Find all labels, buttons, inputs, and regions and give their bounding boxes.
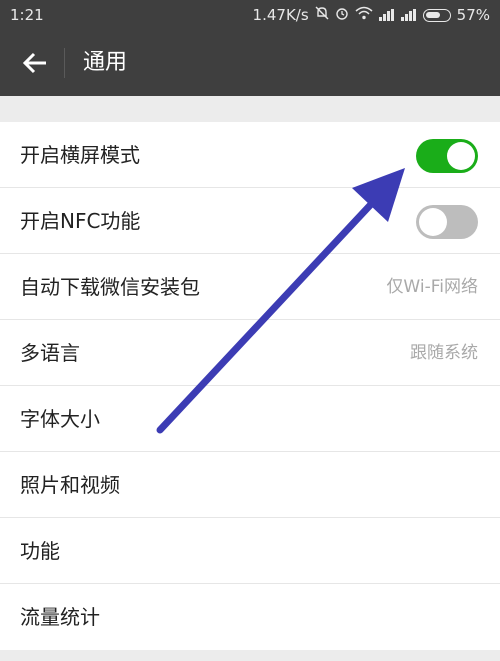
signal-icon bbox=[378, 9, 395, 21]
settings-list: 开启横屏模式 开启NFC功能 自动下载微信安装包 仅Wi-Fi网络 多语言 跟随… bbox=[0, 122, 500, 650]
page-title: 通用 bbox=[83, 50, 128, 75]
battery-percent: 57% bbox=[456, 6, 490, 24]
header-divider bbox=[64, 48, 65, 78]
setting-label: 功能 bbox=[20, 539, 60, 563]
section-gap bbox=[0, 96, 500, 122]
setting-row-auto-download[interactable]: 自动下载微信安装包 仅Wi-Fi网络 bbox=[0, 254, 500, 320]
setting-row-nfc[interactable]: 开启NFC功能 bbox=[0, 188, 500, 254]
setting-row-language[interactable]: 多语言 跟随系统 bbox=[0, 320, 500, 386]
setting-row-data-usage[interactable]: 流量统计 bbox=[0, 584, 500, 650]
setting-label: 多语言 bbox=[20, 341, 80, 365]
toggle-knob bbox=[419, 208, 447, 236]
back-arrow-icon[interactable] bbox=[20, 48, 50, 78]
wifi-icon bbox=[355, 6, 373, 24]
setting-label: 开启NFC功能 bbox=[20, 209, 141, 233]
setting-row-features[interactable]: 功能 bbox=[0, 518, 500, 584]
setting-row-font-size[interactable]: 字体大小 bbox=[0, 386, 500, 452]
network-speed: 1.47K/s bbox=[252, 6, 309, 24]
mute-icon bbox=[315, 6, 329, 24]
signal-icon bbox=[400, 9, 417, 21]
setting-label: 照片和视频 bbox=[20, 473, 120, 497]
landscape-mode-toggle[interactable] bbox=[416, 139, 478, 173]
app-header: 通用 bbox=[0, 30, 500, 96]
status-time: 1:21 bbox=[10, 6, 44, 24]
status-bar: 1:21 1.47K/s 57% bbox=[0, 0, 500, 30]
setting-row-photos-videos[interactable]: 照片和视频 bbox=[0, 452, 500, 518]
toggle-knob bbox=[447, 142, 475, 170]
battery-icon bbox=[422, 8, 451, 22]
setting-value: 跟随系统 bbox=[410, 343, 478, 363]
setting-label: 字体大小 bbox=[20, 407, 100, 431]
setting-label: 流量统计 bbox=[20, 605, 100, 629]
setting-label: 自动下载微信安装包 bbox=[20, 275, 200, 299]
setting-row-landscape-mode[interactable]: 开启横屏模式 bbox=[0, 122, 500, 188]
nfc-toggle[interactable] bbox=[416, 205, 478, 239]
alarm-icon bbox=[335, 6, 349, 24]
setting-value: 仅Wi-Fi网络 bbox=[386, 277, 478, 297]
status-icons: 1.47K/s 57% bbox=[253, 6, 490, 24]
setting-label: 开启横屏模式 bbox=[20, 143, 140, 167]
